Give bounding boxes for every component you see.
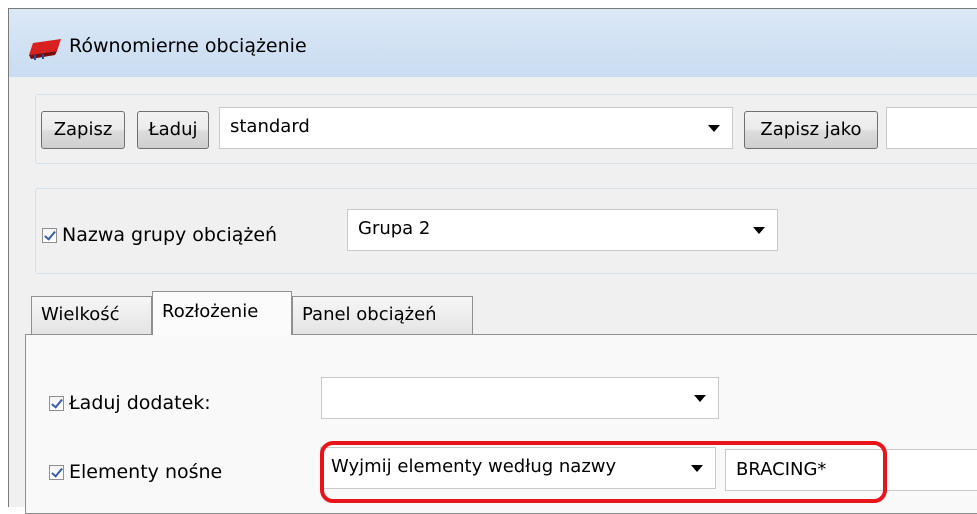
tab-rozlozenie[interactable]: Rozłożenie <box>152 291 292 335</box>
chevron-down-icon <box>691 465 703 472</box>
bearing-elements-mode-value: Wyjmij elementy według nazwy <box>331 456 617 477</box>
bearing-elements-mode-select[interactable]: Wyjmij elementy według nazwy <box>320 447 716 489</box>
load-group-checkbox-row[interactable]: Nazwa grupy obciążeń <box>42 224 277 246</box>
tab-wielkosc[interactable]: Wielkość <box>31 296 152 334</box>
load-additional-select[interactable] <box>321 377 719 419</box>
checkmark-icon <box>51 464 63 478</box>
bearing-elements-checkbox-row[interactable]: Elementy nośne <box>49 461 222 483</box>
chevron-down-icon <box>753 227 765 234</box>
save-button[interactable]: Zapisz <box>41 111 125 149</box>
load-group-select-value: Grupa 2 <box>358 218 431 239</box>
window-title: Równomierne obciążenie <box>69 35 307 57</box>
chevron-down-icon <box>694 395 706 402</box>
bearing-elements-label: Elementy nośne <box>69 461 223 483</box>
title-bar: Równomierne obciążenie <box>9 9 977 77</box>
save-as-button[interactable]: Zapisz jako <box>744 111 878 149</box>
bearing-elements-checkbox[interactable] <box>49 464 64 480</box>
load-group-checkbox[interactable] <box>42 227 57 243</box>
preset-select[interactable]: standard <box>219 107 733 149</box>
load-group-label: Nazwa grupy obciążeń <box>62 224 278 246</box>
bearing-elements-filter-input[interactable]: BRACING* <box>725 449 977 491</box>
checkmark-icon <box>44 227 56 241</box>
preset-select-value: standard <box>230 116 310 137</box>
load-group-select[interactable]: Grupa 2 <box>347 209 778 251</box>
checkmark-icon <box>51 395 63 409</box>
load-additional-checkbox[interactable] <box>49 395 64 411</box>
app-icon <box>29 39 61 60</box>
load-additional-checkbox-row[interactable]: Ładuj dodatek: <box>49 392 211 414</box>
load-button[interactable]: Ładuj <box>137 111 209 149</box>
load-additional-label: Ładuj dodatek: <box>69 392 211 414</box>
dialog-window: Równomierne obciążenie Zapisz Ładuj stan… <box>8 8 977 514</box>
bearing-elements-filter-value: BRACING* <box>736 459 827 480</box>
save-as-name-input[interactable] <box>886 107 977 149</box>
chevron-down-icon <box>708 125 720 132</box>
tab-panel-obciazen[interactable]: Panel obciążeń <box>292 296 473 334</box>
